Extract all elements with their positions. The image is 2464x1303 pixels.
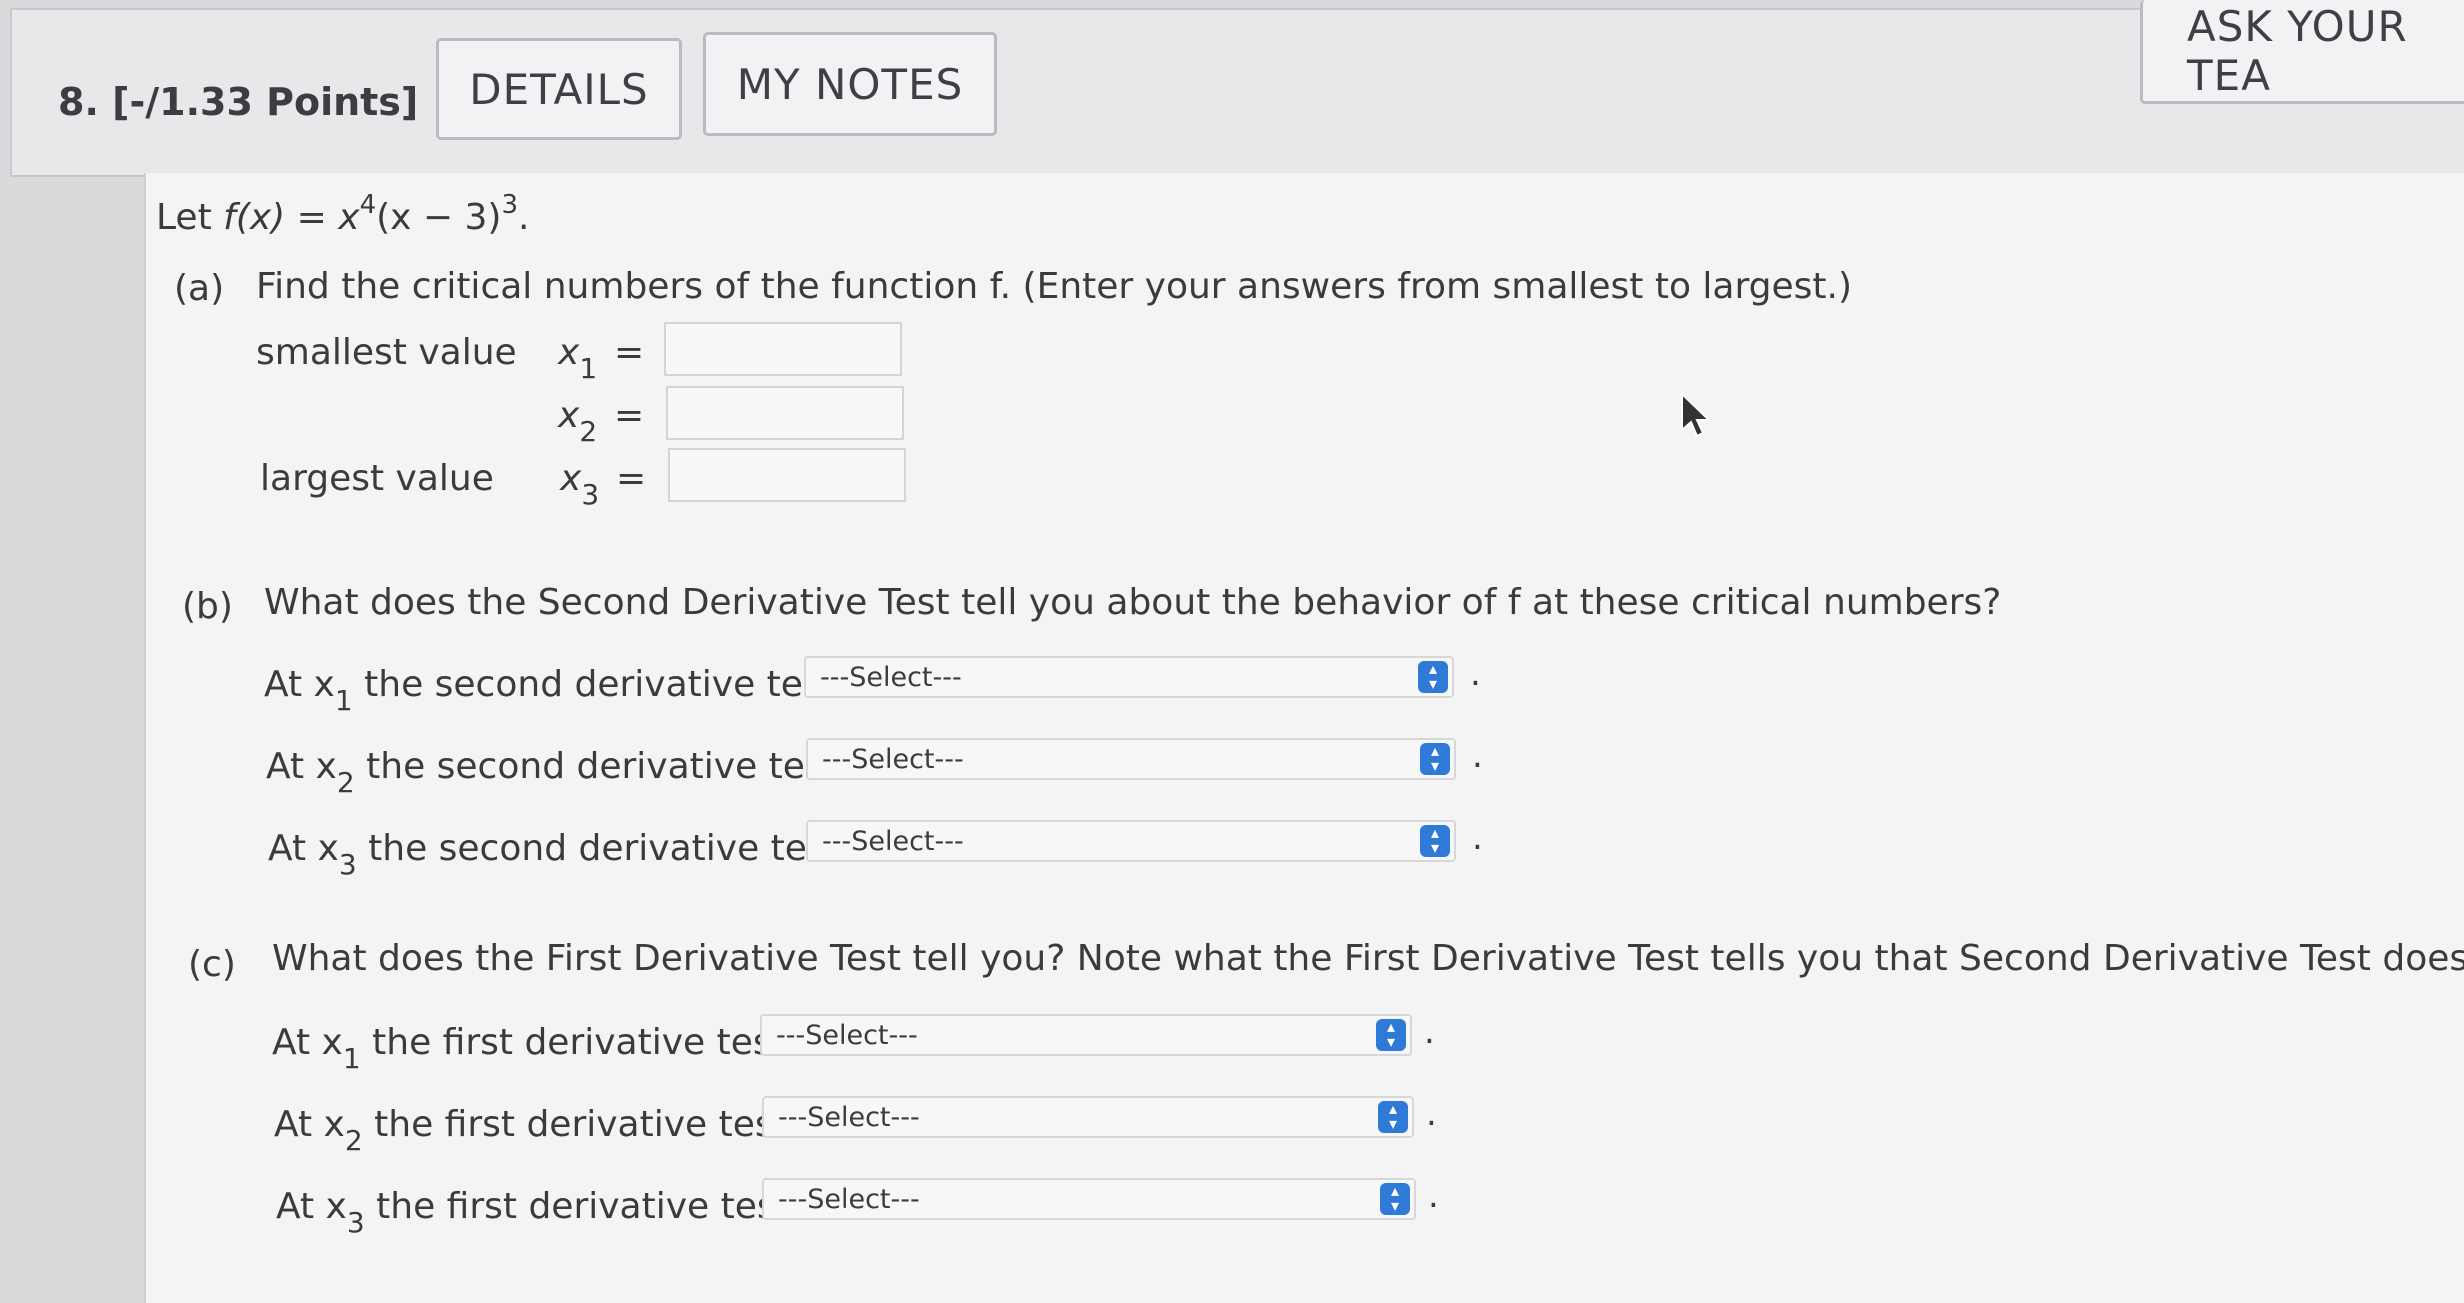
- selected-value: ---Select---: [820, 661, 962, 693]
- part-c-select-x2[interactable]: ---Select--- ▴ ▾: [762, 1096, 1414, 1138]
- selected-value: ---Select---: [778, 1101, 920, 1133]
- row-suffix: the second derivative test: [354, 746, 838, 787]
- period: .: [1470, 654, 1481, 694]
- row-sub: 2: [336, 766, 355, 799]
- exponent-4: 4: [359, 190, 377, 220]
- period: .: [1428, 1176, 1439, 1216]
- row-suffix: the first derivative test: [362, 1104, 788, 1145]
- row-prefix: At x: [268, 828, 339, 869]
- select-arrows-icon: ▴ ▾: [1380, 1183, 1410, 1215]
- var-x: x: [558, 395, 580, 436]
- question-header: 8. [-/1.33 Points]: [10, 8, 2464, 177]
- part-c-row-2-label: At x2 the first derivative test: [274, 1104, 788, 1157]
- period: .: [1426, 1094, 1437, 1134]
- period: .: [1424, 1012, 1435, 1052]
- details-button[interactable]: DETAILS: [436, 38, 682, 140]
- var-x: x: [560, 458, 582, 499]
- selected-value: ---Select---: [776, 1019, 918, 1051]
- row-suffix: the second derivative test: [352, 664, 836, 705]
- row-prefix: At x: [264, 664, 335, 705]
- x1-variable: x1: [558, 332, 597, 385]
- ask-your-teacher-button[interactable]: ASK YOUR TEA: [2140, 0, 2464, 104]
- part-c-row-3-label: At x3 the first derivative test: [276, 1186, 790, 1239]
- select-arrows-icon: ▴ ▾: [1376, 1019, 1406, 1051]
- row-sub: 2: [344, 1124, 363, 1157]
- exponent-3: 3: [501, 190, 519, 220]
- period: .: [1472, 818, 1483, 858]
- var-x: x: [558, 332, 580, 373]
- selected-value: ---Select---: [822, 825, 964, 857]
- part-c-row-1-label: At x1 the first derivative test: [272, 1022, 786, 1075]
- row-prefix: At x: [276, 1186, 347, 1227]
- select-arrows-icon: ▴ ▾: [1420, 825, 1450, 857]
- intro-period: .: [518, 197, 530, 238]
- part-b-row-1-label: At x1 the second derivative test: [264, 664, 836, 717]
- select-arrows-icon: ▴ ▾: [1420, 743, 1450, 775]
- part-a-label: (a): [174, 268, 225, 309]
- part-a-question: Find the critical numbers of the functio…: [256, 266, 1853, 307]
- equals-sign: =: [614, 332, 645, 373]
- equals-sign: =: [614, 395, 645, 436]
- selected-value: ---Select---: [822, 743, 964, 775]
- part-c-select-x3[interactable]: ---Select--- ▴ ▾: [762, 1178, 1416, 1220]
- largest-value-label: largest value: [260, 458, 494, 499]
- row-prefix: At x: [272, 1022, 343, 1063]
- part-b-row-3-label: At x3 the second derivative test: [268, 828, 840, 881]
- question-number: 8. [-/1.33 Points]: [58, 80, 419, 124]
- selected-value: ---Select---: [778, 1183, 920, 1215]
- x2-variable: x2: [558, 395, 597, 448]
- row-prefix: At x: [266, 746, 337, 787]
- smallest-value-label: smallest value: [256, 332, 517, 373]
- factor-expression: (x − 3): [376, 197, 502, 238]
- row-suffix: the first derivative test: [364, 1186, 790, 1227]
- mouse-pointer-icon: [1681, 392, 1712, 438]
- period: .: [1472, 736, 1483, 776]
- equals-sign: =: [616, 458, 647, 499]
- part-c-select-x1[interactable]: ---Select--- ▴ ▾: [760, 1014, 1412, 1056]
- problem-statement: Let f(x) = x4(x − 3)3.: [156, 190, 529, 238]
- part-b-select-x2[interactable]: ---Select--- ▴ ▾: [806, 738, 1456, 780]
- select-arrows-icon: ▴ ▾: [1418, 661, 1448, 693]
- row-sub: 1: [334, 684, 353, 717]
- row-suffix: the first derivative test: [360, 1022, 786, 1063]
- intro-prefix: Let: [156, 197, 224, 238]
- row-prefix: At x: [274, 1104, 345, 1145]
- x1-answer-input[interactable]: [664, 322, 902, 376]
- row-sub: 3: [346, 1206, 365, 1239]
- x3-variable: x3: [560, 458, 599, 511]
- select-arrows-icon: ▴ ▾: [1378, 1101, 1408, 1133]
- row-sub: 1: [342, 1042, 361, 1075]
- row-sub: 3: [338, 848, 357, 881]
- part-b-row-2-label: At x2 the second derivative test: [266, 746, 838, 799]
- part-b-question: What does the Second Derivative Test tel…: [264, 582, 2002, 623]
- var-sub: 1: [579, 352, 598, 385]
- var-sub: 3: [581, 478, 600, 511]
- part-c-question: What does the First Derivative Test tell…: [272, 938, 2464, 979]
- function-expression: f(x) = x: [223, 197, 360, 238]
- part-b-label: (b): [182, 586, 233, 627]
- part-b-select-x3[interactable]: ---Select--- ▴ ▾: [806, 820, 1456, 862]
- part-c-label: (c): [188, 944, 236, 985]
- my-notes-button[interactable]: MY NOTES: [703, 32, 997, 136]
- var-sub: 2: [579, 415, 598, 448]
- part-b-select-x1[interactable]: ---Select--- ▴ ▾: [804, 656, 1454, 698]
- x3-answer-input[interactable]: [668, 448, 906, 502]
- row-suffix: the second derivative test: [356, 828, 840, 869]
- x2-answer-input[interactable]: [666, 386, 904, 440]
